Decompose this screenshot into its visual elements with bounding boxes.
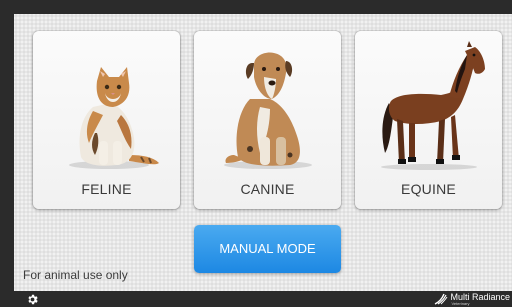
manual-mode-button[interactable]: MANUAL MODE [194, 225, 341, 273]
horse-image [381, 41, 485, 170]
gear-icon[interactable] [26, 293, 39, 306]
bottom-bar: Multi Radiance Veterinary [0, 291, 512, 307]
cat-image [69, 67, 159, 169]
canine-card[interactable]: CANINE [194, 31, 341, 209]
brand-mark-icon [435, 293, 448, 305]
brand-subtitle: Veterinary [451, 300, 470, 306]
main-screen: FELINE CANINE EQUINE MANUAL MODE For ani… [14, 14, 512, 291]
dog-image [224, 52, 312, 169]
feline-label: FELINE [81, 181, 132, 197]
brand-logo: Multi Radiance Veterinary [434, 291, 510, 307]
equine-card[interactable]: EQUINE [355, 31, 502, 209]
animal-use-note: For animal use only [23, 268, 128, 282]
canine-label: CANINE [240, 181, 295, 197]
feline-card[interactable]: FELINE [33, 31, 180, 209]
equine-label: EQUINE [401, 181, 456, 197]
